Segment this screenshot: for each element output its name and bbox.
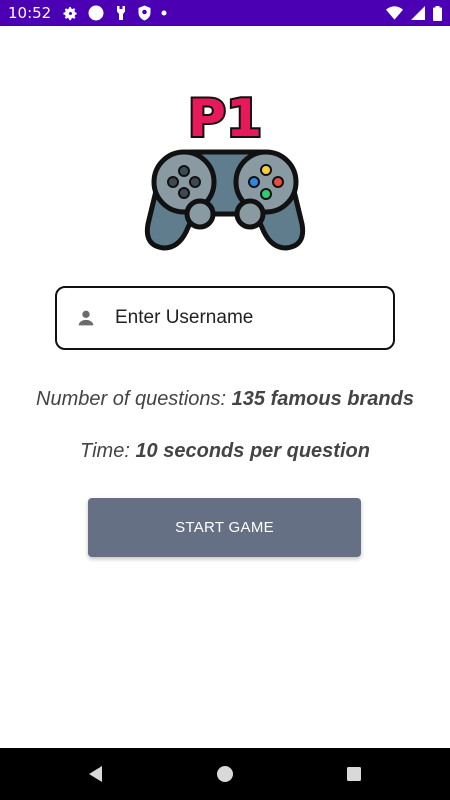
navigation-bar: [0, 748, 450, 800]
status-bar: 10:52: [0, 0, 450, 26]
time-info: Time: 10 seconds per question: [0, 440, 450, 463]
username-input[interactable]: [113, 306, 357, 330]
signal-icon: [411, 6, 425, 20]
circle-icon: [88, 5, 104, 21]
wifi-icon: [386, 6, 403, 20]
p1-controller-logo: P1: [144, 87, 306, 251]
person-icon: [78, 310, 94, 326]
start-game-button[interactable]: START GAME: [88, 498, 361, 557]
username-field[interactable]: [55, 286, 395, 350]
questions-label: Number of questions:: [36, 388, 232, 410]
status-time: 10:52: [8, 4, 52, 22]
gear-icon: [63, 6, 77, 20]
battery-icon: [433, 5, 442, 21]
usb-icon: [117, 6, 126, 20]
time-label: Time:: [80, 440, 136, 462]
questions-info: Number of questions: 135 famous brands: [0, 388, 450, 411]
time-value: 10 seconds per question: [135, 440, 370, 462]
logo-p1-text: P1: [188, 89, 262, 149]
dot-icon: [161, 10, 167, 16]
recents-icon[interactable]: [344, 764, 364, 784]
controller-icon: [144, 149, 306, 251]
questions-value: 135 famous brands: [231, 388, 414, 410]
status-notification-icons: [63, 5, 167, 21]
back-icon[interactable]: [86, 764, 106, 784]
home-icon[interactable]: [215, 764, 235, 784]
shield-icon: [138, 5, 151, 21]
status-system-icons: [386, 5, 442, 21]
